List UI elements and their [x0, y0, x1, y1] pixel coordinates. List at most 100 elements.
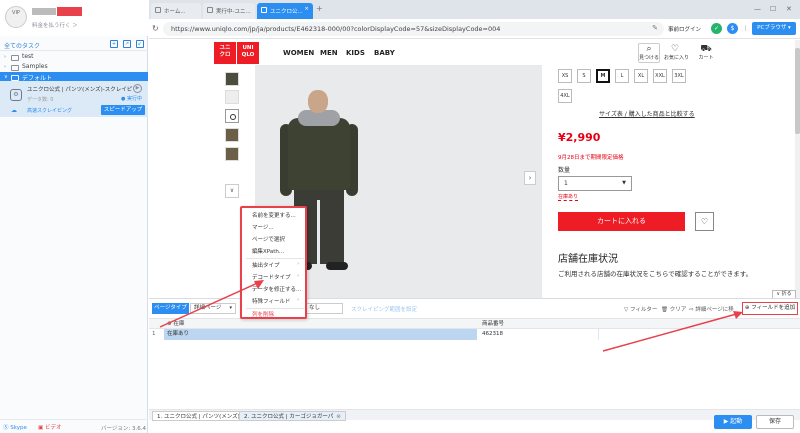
thumbnail-360[interactable] — [225, 109, 239, 123]
page-scrollbar-thumb[interactable] — [795, 48, 800, 134]
menu-divider — [246, 308, 304, 309]
uniqlo-logo[interactable]: ユニ クロ UNI QLO — [214, 42, 259, 64]
shield-icon[interactable]: ✓ — [711, 23, 722, 34]
save-button[interactable]: 保存 — [756, 415, 794, 429]
export-icon[interactable]: ↗ — [123, 40, 131, 48]
run-button[interactable]: ▶ 起動 — [714, 415, 752, 429]
detail-page-link[interactable]: ⇨ 詳細ページに移 — [689, 305, 734, 313]
page-icon — [261, 7, 267, 13]
pay-link[interactable]: 料金を払う行く ＞ — [32, 21, 78, 29]
speed-up-button[interactable]: スピードアップ — [101, 105, 145, 115]
task-item[interactable]: ⚙ ユニクロ公式 | パンツ(メンズ)-スクレイピン データ数: 0 ● 実行中… — [0, 81, 148, 117]
add-to-cart-button[interactable]: カートに入れる — [558, 212, 685, 231]
tab-running[interactable]: 実行中-ユニ... — [203, 3, 255, 19]
tab-home[interactable]: ホーム... — [151, 3, 201, 19]
page-tab-1[interactable]: 1. ユニクロ公式 | パンツ(メンズ) — [152, 411, 245, 421]
menu-dots-icon[interactable]: ⋮ — [740, 23, 751, 34]
tab-uniqlo[interactable]: ユニクロ公... × — [257, 3, 313, 19]
username-redacted — [32, 8, 56, 15]
task-data-count: データ数: 0 — [27, 97, 54, 103]
chevron-right-icon: › — [297, 297, 300, 303]
size-option[interactable]: XL — [634, 69, 648, 83]
quantity-select[interactable]: 1 ▼ — [558, 176, 632, 191]
video-link[interactable]: ▣ ビデオ — [38, 423, 61, 431]
close-tab-icon[interactable]: × — [304, 6, 309, 12]
size-option[interactable]: XXL — [653, 69, 667, 83]
menu-item-modify-data[interactable]: データを修正する... — [252, 285, 301, 293]
thumbnail[interactable] — [225, 147, 239, 161]
cart-icon: ⛟ — [700, 44, 712, 54]
size-option[interactable]: L — [615, 69, 629, 83]
size-option[interactable]: S — [577, 69, 591, 83]
menu-item-merge[interactable]: マージ... — [252, 223, 274, 231]
task-sidebar: VIP 料金を払う行く ＞ 全てのタスク + ↗ ↙ › test › Samp… — [0, 0, 148, 433]
size-option-selected[interactable]: M — [596, 69, 610, 83]
search-icon: ⌕ — [646, 44, 652, 54]
maximize-icon[interactable]: ☐ — [770, 5, 776, 13]
favorite-heart-icon[interactable]: ♡ — [695, 212, 714, 231]
chevron-down-icon: ▾ — [229, 305, 232, 311]
favorites-button[interactable]: ♡ お気に入り — [664, 44, 689, 61]
logo-latin: UNI QLO — [237, 42, 259, 64]
new-task-icon[interactable]: + — [110, 40, 118, 48]
thumbnail[interactable] — [225, 128, 239, 142]
chevron-down-icon: ∨ — [4, 74, 8, 80]
menu-item-select-in-page[interactable]: ページで選択 — [252, 235, 285, 243]
skype-link[interactable]: Ⓢ Skype — [3, 423, 27, 431]
close-window-icon[interactable]: ✕ — [786, 5, 792, 13]
nav-baby[interactable]: BABY — [374, 49, 395, 57]
menu-item-rename[interactable]: 名前を変更する... — [252, 211, 296, 219]
scrape-range-link[interactable]: スクレイピング範囲を設定 — [351, 305, 417, 313]
extension-icon[interactable]: $ — [727, 23, 738, 34]
page-icon — [155, 7, 161, 13]
url-input[interactable]: https://www.uniqlo.com/jp/ja/products/E4… — [163, 22, 664, 36]
thumbnail[interactable] — [225, 72, 239, 86]
nav-women[interactable]: WOMEN — [283, 49, 314, 57]
app-window: VIP 料金を払う行く ＞ 全てのタスク + ↗ ↙ › test › Samp… — [0, 0, 800, 433]
size-chart-link[interactable]: サイズ表 / 購入した商品と比較する — [599, 109, 695, 118]
menu-item-decode-type[interactable]: デコードタイプ › — [252, 273, 299, 281]
secondary-select[interactable]: なし — [305, 303, 343, 314]
collapse-panel-button[interactable]: ∨ 折る — [772, 290, 796, 298]
nav-men[interactable]: MEN — [320, 49, 338, 57]
size-option[interactable]: 4XL — [558, 89, 572, 103]
size-option[interactable]: XS — [558, 69, 572, 83]
table-row[interactable]: 1 在庫あり 462318 — [149, 329, 800, 340]
product-price: ¥2,990 — [558, 131, 601, 144]
edit-url-icon[interactable]: ✎ — [652, 24, 658, 32]
cell-stock[interactable]: 在庫あり — [164, 329, 477, 340]
pc-browser-button[interactable]: PCブラウザ ▾ — [752, 22, 796, 35]
cart-button[interactable]: ⛟ カート — [695, 44, 717, 61]
filter-button[interactable]: ▽ フィルター — [624, 305, 657, 313]
page-tab-2[interactable]: 2. ユニクロ公式 | カーゴジョガーパ ⊗ — [239, 411, 346, 421]
size-option[interactable]: 3XL — [672, 69, 686, 83]
cell-code[interactable]: 462318 — [479, 329, 599, 340]
play-icon[interactable]: ▶ — [133, 84, 142, 93]
price-note: 9月28日まで期間限定価格 — [558, 155, 624, 161]
minimize-icon[interactable]: — — [754, 5, 761, 13]
all-tasks-title[interactable]: 全てのタスク — [4, 41, 40, 50]
photo-next-button[interactable]: › — [524, 171, 536, 185]
thumbnail[interactable] — [225, 90, 239, 104]
task-run-status: ● 実行中 — [121, 96, 142, 102]
menu-item-delete-column[interactable]: 列を削除 — [252, 310, 274, 318]
chevron-right-icon: › — [4, 54, 6, 60]
page-type-select[interactable]: 詳細ページ ▾ — [190, 303, 236, 314]
clear-button[interactable]: 🗑 クリア — [661, 305, 686, 313]
find-button[interactable]: ⌕ 見つける — [638, 43, 660, 63]
menu-item-edit-xpath[interactable]: 編集XPath... — [252, 247, 284, 255]
new-tab-button[interactable]: + — [316, 4, 323, 13]
import-icon[interactable]: ↙ — [136, 40, 144, 48]
thumbnail-next-button[interactable]: ∨ — [225, 184, 239, 198]
close-tab-icon[interactable]: ⊗ — [336, 414, 341, 420]
avatar[interactable]: VIP — [5, 6, 27, 28]
menu-item-special-field[interactable]: 特殊フィールド › — [252, 297, 299, 305]
nav-kids[interactable]: KIDS — [346, 49, 365, 57]
menu-item-extract-type[interactable]: 抽出タイプ › — [252, 261, 299, 269]
browser-tab-bar: ホーム... 実行中-ユニ... ユニクロ公... × + — ☐ ✕ — [149, 0, 800, 19]
add-field-button[interactable]: ⊕ フィールドを追加 — [742, 302, 798, 315]
pre-login-link[interactable]: 事前ログイン — [668, 25, 701, 33]
version-label: バージョン: 3.6.4 — [101, 426, 146, 432]
heart-icon: ♡ — [670, 44, 680, 54]
reload-icon[interactable]: ↻ — [152, 24, 159, 33]
